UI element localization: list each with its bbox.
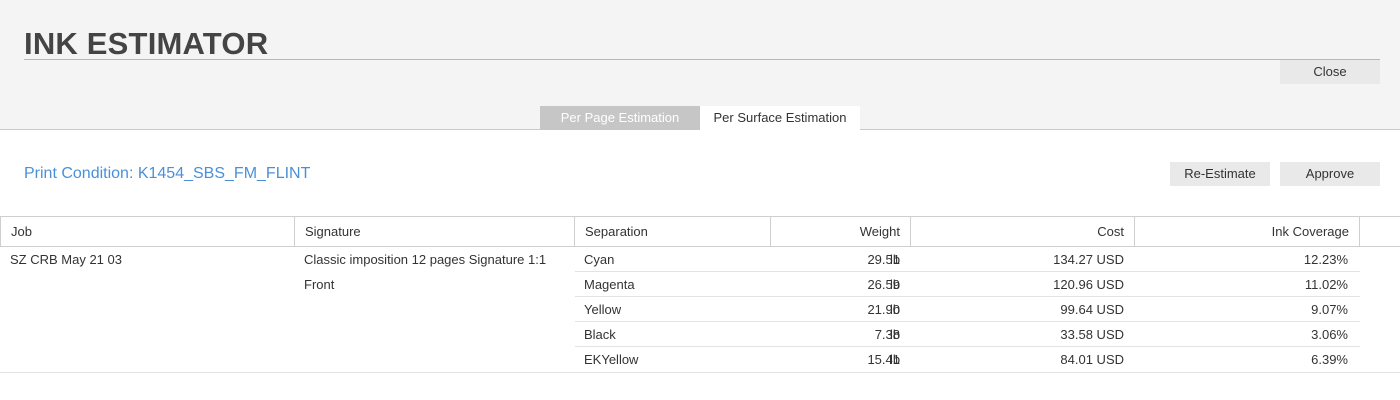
table-header: Job Signature Separation Weight Cost Ink… <box>0 216 1400 247</box>
table-row[interactable]: Yellow 21.90 lb 99.64 USD 9.07% <box>575 297 1360 322</box>
column-header-cost[interactable]: Cost <box>911 217 1135 246</box>
cost-cell: 33.58 USD <box>1060 327 1124 342</box>
weight-unit: lb <box>890 327 901 342</box>
weight-unit: lb <box>890 252 901 267</box>
table-row[interactable]: EKYellow 15.41 lb 84.01 USD 6.39% <box>575 347 1360 372</box>
approve-button[interactable]: Approve <box>1280 162 1380 186</box>
cost-cell: 120.96 USD <box>1053 277 1124 292</box>
separation-cell: Yellow <box>584 302 622 317</box>
weight-unit: lb <box>890 302 901 317</box>
table-body: SZ CRB May 21 03 Classic imposition 12 p… <box>0 247 1400 373</box>
table-row[interactable]: Cyan 29.51 lb 134.27 USD 12.23% <box>575 247 1360 272</box>
separation-cell: EKYellow <box>584 352 639 367</box>
close-button[interactable]: Close <box>1280 60 1380 84</box>
page-title: INK ESTIMATOR <box>24 26 269 61</box>
coverage-cell: 11.02% <box>1304 277 1348 292</box>
signature-cell: Classic imposition 12 pages Signature 1:… <box>304 252 547 267</box>
weight-unit: lb <box>890 277 901 292</box>
column-header-weight[interactable]: Weight <box>771 217 911 246</box>
coverage-cell: 12.23% <box>1303 252 1348 267</box>
surface-cell: Front <box>304 277 335 292</box>
tab-per-surface-estimation[interactable]: Per Surface Estimation <box>700 106 860 131</box>
coverage-cell: 6.39% <box>1311 352 1348 367</box>
table-row[interactable]: Magenta 26.59 lb 120.96 USD 11.02% <box>575 272 1360 297</box>
re-estimate-button[interactable]: Re-Estimate <box>1170 162 1270 186</box>
cost-cell: 99.64 USD <box>1060 302 1124 317</box>
estimation-table: Job Signature Separation Weight Cost Ink… <box>0 216 1400 373</box>
separation-cell: Cyan <box>584 252 615 267</box>
job-cell: SZ CRB May 21 03 <box>10 252 122 267</box>
weight-unit: lb <box>890 352 901 367</box>
separation-cell: Black <box>584 327 616 342</box>
cost-cell: 134.27 USD <box>1053 252 1124 267</box>
table-row[interactable]: Black 7.38 lb 33.58 USD 3.06% <box>575 322 1360 347</box>
coverage-cell: 9.07% <box>1311 302 1348 317</box>
tab-per-page-estimation[interactable]: Per Page Estimation <box>540 106 700 130</box>
column-header-signature[interactable]: Signature <box>295 217 575 246</box>
title-divider <box>24 59 1380 60</box>
column-header-job[interactable]: Job <box>0 217 295 246</box>
print-condition-link[interactable]: Print Condition: K1454_SBS_FM_FLINT <box>24 164 310 184</box>
separation-cell: Magenta <box>584 277 635 292</box>
column-header-ink-coverage[interactable]: Ink Coverage <box>1135 217 1360 246</box>
cost-cell: 84.01 USD <box>1060 352 1124 367</box>
coverage-cell: 3.06% <box>1311 327 1348 342</box>
column-header-separation[interactable]: Separation <box>575 217 771 246</box>
